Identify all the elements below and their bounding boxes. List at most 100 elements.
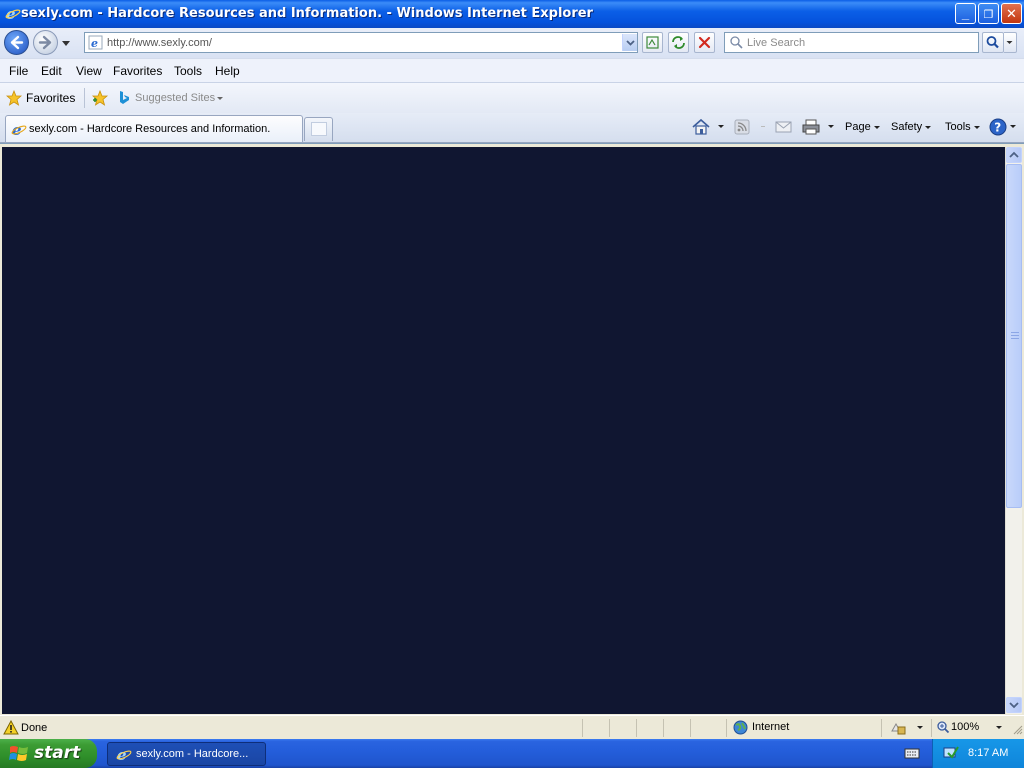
tab-active[interactable]: e sexly.com - Hardcore Resources and Inf… (5, 115, 303, 142)
page-ie-icon: e (88, 35, 103, 50)
browser-viewport (0, 143, 1024, 715)
search-box[interactable] (724, 32, 979, 53)
zoom-magnifier-icon (937, 721, 950, 734)
safety-menu-button[interactable]: Safety (891, 121, 932, 133)
ie-taskbar-icon: e (116, 746, 132, 762)
bing-icon (120, 91, 129, 104)
svg-text:?: ? (994, 121, 1001, 135)
chevron-down-icon (973, 125, 980, 129)
svg-text:e: e (6, 5, 16, 21)
menu-edit[interactable]: Edit (41, 64, 62, 78)
status-panel (582, 719, 609, 737)
security-zone[interactable]: Internet (726, 719, 881, 737)
chevron-down-icon (1009, 702, 1019, 709)
page-menu-button[interactable]: Page (845, 121, 880, 133)
chevron-down-icon (1006, 41, 1013, 44)
menu-favorites[interactable]: Favorites (113, 64, 162, 78)
scroll-thumb[interactable] (1006, 164, 1022, 508)
home-dropdown-icon[interactable] (718, 125, 724, 128)
maximize-button[interactable]: ❐ (978, 3, 999, 24)
print-dropdown-icon[interactable] (828, 125, 834, 128)
grip-line (1011, 338, 1019, 339)
help-icon[interactable]: ? (989, 118, 1007, 136)
address-toolbar: e (0, 28, 1024, 58)
menu-tools[interactable]: Tools (174, 64, 202, 78)
menu-view[interactable]: View (76, 64, 102, 78)
page-menu-label: Page (845, 121, 871, 133)
warning-icon (3, 720, 19, 735)
address-input[interactable] (105, 34, 615, 51)
vertical-scrollbar[interactable] (1005, 147, 1022, 714)
search-options-dropdown[interactable] (1004, 32, 1017, 53)
minimize-icon: _ (961, 6, 970, 21)
resize-grip-icon[interactable] (1012, 724, 1023, 735)
taskbar-window-label: sexly.com - Hardcore... (136, 748, 249, 760)
keyboard-icon[interactable] (904, 747, 920, 760)
status-bar: Done Internet 100% (0, 715, 1024, 739)
chevron-down-icon (925, 125, 932, 129)
compatibility-view-icon (646, 36, 659, 49)
feeds-icon[interactable] (734, 119, 750, 135)
grip-line (1011, 335, 1019, 336)
suggested-sites-button[interactable]: Suggested Sites (116, 87, 228, 109)
forward-arrow-icon (38, 35, 52, 50)
back-button[interactable] (4, 30, 29, 55)
print-icon[interactable] (802, 118, 820, 136)
window-title-bar[interactable]: e sexly.com - Hardcore Resources and Inf… (0, 0, 1024, 28)
feeds-dropdown-icon[interactable] (761, 126, 765, 127)
protected-mode-panel[interactable] (881, 719, 931, 737)
address-dropdown-button[interactable] (622, 34, 637, 51)
menu-bar: File Edit View Favorites Tools Help (0, 58, 1024, 83)
taskbar-ie-window-button[interactable]: e sexly.com - Hardcore... (107, 742, 266, 766)
chevron-down-icon (996, 726, 1002, 729)
window-title: sexly.com - Hardcore Resources and Infor… (21, 6, 593, 21)
svg-text:e: e (117, 746, 127, 762)
chevron-up-icon (1009, 151, 1019, 158)
status-panel (690, 719, 726, 737)
add-to-favorites-icon[interactable] (91, 89, 109, 107)
refresh-button[interactable] (668, 32, 689, 53)
grip-line (1011, 332, 1019, 333)
start-button[interactable]: start (0, 739, 97, 768)
address-bar[interactable]: e (84, 32, 638, 53)
page-content[interactable] (2, 147, 1005, 714)
home-icon[interactable] (691, 118, 711, 136)
windows-logo-icon (9, 746, 28, 761)
recent-pages-dropdown-icon[interactable] (60, 38, 72, 48)
restore-icon: ❐ (983, 9, 994, 21)
scroll-down-button[interactable] (1006, 697, 1022, 713)
minimize-button[interactable]: _ (955, 3, 976, 24)
clock[interactable]: 8:17 AM (968, 747, 1008, 759)
search-input[interactable] (745, 34, 975, 51)
status-panel (609, 719, 636, 737)
favorites-button[interactable]: Favorites (4, 87, 76, 109)
tab-title: sexly.com - Hardcore Resources and Infor… (29, 123, 271, 135)
taskbar: start e sexly.com - Hardcore... 8:17 AM (0, 739, 1024, 768)
chevron-down-icon (626, 40, 635, 46)
status-text: Done (21, 722, 48, 734)
stop-icon (698, 36, 711, 49)
zoom-control[interactable]: 100% (931, 719, 1011, 737)
forward-button[interactable] (33, 30, 58, 55)
menu-help[interactable]: Help (215, 64, 240, 78)
tools-menu-label: Tools (945, 121, 971, 133)
status-panel (636, 719, 663, 737)
new-tab-button[interactable] (304, 117, 333, 141)
chevron-down-icon (917, 726, 923, 729)
close-button[interactable]: ✕ (1001, 3, 1022, 24)
compatibility-view-button[interactable] (642, 32, 663, 53)
ie-page-icon: e (11, 121, 27, 137)
protected-mode-icon (891, 722, 906, 735)
tools-menu-button[interactable]: Tools (945, 121, 980, 133)
refresh-icon (672, 36, 685, 49)
read-mail-icon[interactable] (775, 119, 792, 135)
search-button[interactable] (982, 32, 1004, 53)
favorites-star-icon (6, 90, 22, 106)
favorites-bar: Favorites Suggested Sites (0, 83, 1024, 113)
stop-button[interactable] (694, 32, 715, 53)
network-icon[interactable] (943, 745, 959, 761)
help-dropdown-icon[interactable] (1010, 125, 1016, 128)
ie-logo-icon: e (5, 5, 21, 21)
scroll-up-button[interactable] (1006, 147, 1022, 163)
menu-file[interactable]: File (9, 64, 28, 78)
